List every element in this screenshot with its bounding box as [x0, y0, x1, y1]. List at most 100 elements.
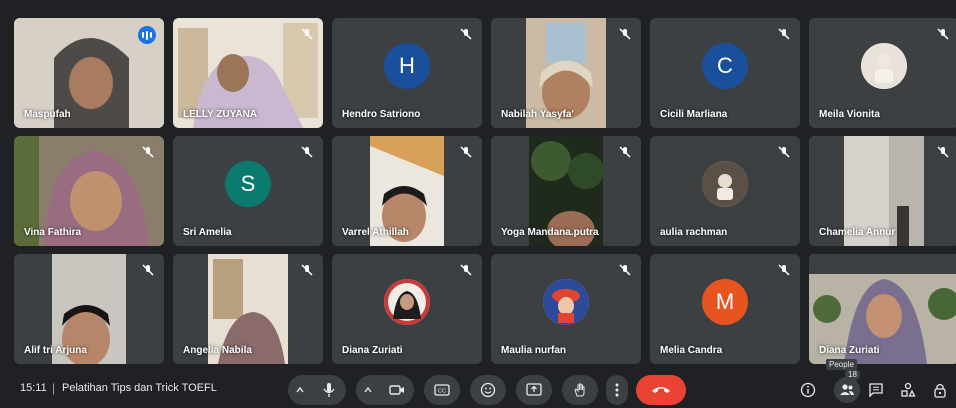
reactions-button[interactable] [470, 375, 506, 405]
mic-off-icon [778, 28, 790, 40]
mic-off-icon [301, 264, 313, 276]
participant-name: Cicili Marliana [660, 109, 728, 120]
svg-text:CC: CC [438, 389, 446, 395]
meeting-title: Pelatihan Tips dan Trick TOEFL [62, 382, 217, 394]
divider: | [52, 381, 56, 395]
speaking-indicator-icon [138, 26, 156, 44]
camera-icon [389, 385, 404, 395]
present-screen-button[interactable] [516, 375, 552, 405]
host-controls-button[interactable] [930, 380, 950, 400]
participant-name: Chamelia Annur [819, 227, 896, 238]
people-icon [840, 384, 854, 395]
participant-tile[interactable]: Chamelia Annur [809, 136, 956, 246]
activities-icon [901, 382, 916, 397]
participant-name: Angelia Nabila [183, 345, 252, 356]
more-options-button[interactable] [606, 375, 628, 405]
participant-name: Sri Amelia [183, 227, 232, 238]
captions-icon: CC [434, 384, 450, 396]
present-icon [526, 383, 542, 396]
participant-name: LELLY ZUYANA [183, 109, 258, 120]
mic-off-icon [778, 146, 790, 158]
participant-name: Maspufah [24, 109, 71, 120]
participant-tile[interactable]: S Sri Amelia [173, 136, 323, 246]
meeting-controls-bar: 15:11 | Pelatihan Tips dan Trick TOEFL C… [0, 359, 956, 408]
avatar: C [702, 43, 748, 89]
avatar [384, 279, 430, 325]
participant-name: Hendro Satriono [342, 109, 421, 120]
raise-hand-icon [574, 383, 585, 397]
mic-off-icon [619, 28, 631, 40]
participant-name: Nabilah Yasyfa' [501, 109, 574, 120]
info-icon [800, 382, 816, 398]
participant-tile[interactable]: Maspufah [14, 18, 164, 128]
mic-off-icon [778, 264, 790, 276]
participant-tile[interactable]: Alif tri Arjuna [14, 254, 164, 364]
mic-off-icon [619, 146, 631, 158]
participant-tile[interactable]: Meila Vionita [809, 18, 956, 128]
participant-name: Varrel Athillah [342, 227, 409, 238]
profile-photo [384, 279, 430, 325]
microphone-button[interactable] [312, 375, 346, 405]
mic-off-icon [301, 146, 313, 158]
participant-name: Yoga Mandana.putra [501, 227, 599, 238]
participant-name: Vina Fathira [24, 227, 82, 238]
participant-tile[interactable]: LELLY ZUYANA [173, 18, 323, 128]
participant-tile[interactable]: M Melia Candra [650, 254, 800, 364]
participant-name: Meila Vionita [819, 109, 880, 120]
participant-name: Alif tri Arjuna [24, 345, 87, 356]
camera-options-button[interactable] [356, 375, 380, 405]
participant-name: aulia rachman [660, 227, 728, 238]
profile-photo [861, 43, 907, 89]
activities-button[interactable] [898, 380, 918, 400]
mic-off-icon [460, 264, 472, 276]
mic-off-icon [301, 28, 313, 40]
participant-name: Melia Candra [660, 345, 723, 356]
profile-photo [702, 161, 748, 207]
mic-off-icon [142, 264, 154, 276]
avatar: M [702, 279, 748, 325]
participant-name: Diana Zuriati [342, 345, 403, 356]
mic-off-icon [937, 146, 949, 158]
emoji-icon [480, 382, 496, 398]
participant-tile[interactable]: Diana Zuriati [332, 254, 482, 364]
chevron-up-icon [296, 386, 304, 393]
end-call-icon [652, 387, 670, 393]
mic-off-icon [142, 146, 154, 158]
people-button[interactable] [834, 377, 860, 403]
meeting-details-button[interactable] [798, 380, 818, 400]
mic-off-icon [460, 146, 472, 158]
leave-call-button[interactable] [636, 375, 686, 405]
avatar [861, 43, 907, 89]
participant-tile[interactable]: C Cicili Marliana [650, 18, 800, 128]
mic-icon [323, 383, 335, 397]
participant-tile[interactable]: Varrel Athillah [332, 136, 482, 246]
avatar-initial: S [240, 171, 256, 196]
participant-name: Diana Zuriati [819, 345, 880, 356]
participant-grid: Maspufah LELLY ZUYANA H Hendro Satriono … [0, 0, 956, 372]
mic-off-icon [937, 28, 949, 40]
participant-tile[interactable]: Yoga Mandana.putra [491, 136, 641, 246]
avatar-initial: C [717, 53, 733, 78]
participant-tile[interactable]: Vina Fathira [14, 136, 164, 246]
camera-button[interactable] [380, 375, 414, 405]
chevron-up-icon [364, 386, 372, 393]
mic-off-icon [460, 28, 472, 40]
raise-hand-button[interactable] [562, 375, 598, 405]
avatar [702, 161, 748, 207]
participant-name: Maulia nurfan [501, 345, 567, 356]
avatar [543, 279, 589, 325]
captions-button[interactable]: CC [424, 375, 460, 405]
participant-tile[interactable]: Angelia Nabila [173, 254, 323, 364]
avatar: H [384, 43, 430, 89]
participant-tile[interactable]: Maulia nurfan [491, 254, 641, 364]
participant-tile[interactable]: Diana Zuriati [809, 254, 956, 364]
participant-tile[interactable]: aulia rachman [650, 136, 800, 246]
avatar-initial: H [399, 53, 415, 78]
mic-off-icon [619, 264, 631, 276]
chat-button[interactable] [866, 380, 886, 400]
profile-photo [543, 279, 589, 325]
meeting-time: 15:11 [20, 382, 47, 394]
mic-options-button[interactable] [288, 375, 312, 405]
participant-tile[interactable]: H Hendro Satriono [332, 18, 482, 128]
participant-tile[interactable]: Nabilah Yasyfa' [491, 18, 641, 128]
